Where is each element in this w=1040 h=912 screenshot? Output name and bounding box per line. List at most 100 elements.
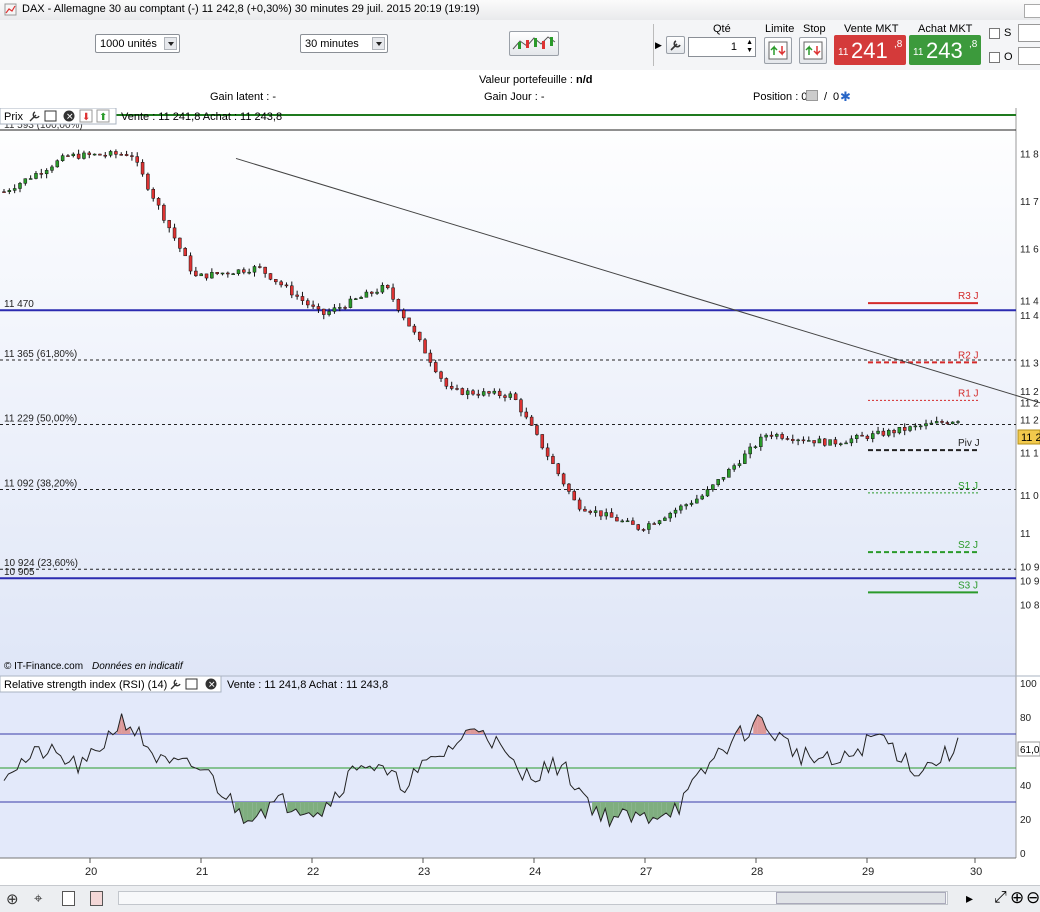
zoom-fit-icon[interactable]: ⤢ xyxy=(994,889,1007,907)
candle-body xyxy=(641,529,646,531)
x-axis-label: 29 xyxy=(862,866,874,878)
expand-arrow-icon[interactable]: ▶ xyxy=(655,40,662,51)
stepper-arrows-icon[interactable]: ▲ ▼ xyxy=(746,39,753,55)
window-control[interactable] xyxy=(1024,4,1040,18)
candle-body xyxy=(258,266,262,268)
rsi-oversold-fill xyxy=(300,802,305,816)
zoom-out-icon[interactable]: ⊖ xyxy=(1026,888,1040,908)
candle-body xyxy=(460,388,465,395)
scrollbar-thumb[interactable] xyxy=(776,892,946,904)
candle-body xyxy=(300,296,305,301)
candle-body xyxy=(215,272,219,274)
candle-body xyxy=(759,436,763,447)
price-chart[interactable]: 11 470 11 365 (61,80%) 11 229 (50,00%) 11 0… xyxy=(0,108,1040,675)
candle-body xyxy=(684,504,688,507)
qty-label: Qté xyxy=(713,23,731,35)
candle-body xyxy=(385,284,390,289)
stop-field[interactable] xyxy=(1018,24,1040,42)
candlestick-icon xyxy=(512,36,556,50)
candle-body xyxy=(343,307,347,309)
checkbox-s[interactable] xyxy=(989,28,1000,39)
rsi-oversold-fill xyxy=(243,802,248,824)
candle-body xyxy=(913,425,918,428)
scroll-right-icon[interactable]: ▸ xyxy=(966,890,973,907)
limit-field[interactable] xyxy=(1018,47,1040,65)
pivot-label: Piv J xyxy=(958,438,980,449)
price-axis-label: 11 2 xyxy=(1020,387,1039,398)
candle-body xyxy=(657,520,662,524)
portfolio-info: Valeur portefeuille : n/d Gain latent : … xyxy=(0,70,1040,108)
rsi-axis-area xyxy=(1016,675,1040,858)
candle-body xyxy=(609,512,614,518)
rsi-oversold-fill xyxy=(613,802,619,818)
candle-body xyxy=(417,331,422,341)
candle-body xyxy=(881,430,886,436)
x-axis-label: 28 xyxy=(751,866,763,878)
rsi-chart[interactable]: 100806040200 Relative strength index (RS… xyxy=(0,675,1040,885)
buy-market-button[interactable]: 11 243 ,8 xyxy=(909,35,981,65)
rsi-oversold-fill xyxy=(247,802,253,822)
trading-signals-button[interactable] xyxy=(509,31,559,56)
period-select[interactable]: 30 minutes xyxy=(300,34,388,53)
candle-body xyxy=(274,279,278,283)
level-label: 11 092 (38,20%) xyxy=(4,479,77,490)
settings-button[interactable] xyxy=(666,36,685,54)
buy-label: Achat MKT xyxy=(918,23,973,35)
candle-body xyxy=(700,495,704,500)
checkbox-o[interactable] xyxy=(989,52,1000,63)
level-label: 11 229 (50,00%) xyxy=(4,414,77,425)
candle-body xyxy=(753,446,758,448)
candle-body xyxy=(82,152,86,159)
rsi-current-tag-text: 61,0 xyxy=(1020,745,1040,756)
zoom-in-icon[interactable]: ⊕ xyxy=(1010,888,1024,908)
qty-stepper[interactable]: 1 ▲ ▼ xyxy=(688,37,756,57)
candle-body xyxy=(870,433,875,439)
limit-order-button[interactable] xyxy=(764,37,792,64)
portfolio-label: Valeur portefeuille : xyxy=(479,74,573,86)
candle-body xyxy=(599,510,603,517)
crosshair-icon[interactable]: ⌖ xyxy=(34,890,42,907)
candle-body xyxy=(60,155,65,161)
document-icon[interactable] xyxy=(62,891,75,906)
candle-body xyxy=(535,425,539,435)
candle-body xyxy=(268,273,273,280)
candle-body xyxy=(391,287,395,300)
sell-market-button[interactable]: 11 241 ,8 xyxy=(834,35,906,65)
candle-body xyxy=(583,508,587,512)
candle-body xyxy=(348,298,353,308)
candle-body xyxy=(236,269,241,274)
stop-order-button[interactable] xyxy=(799,37,827,64)
gear-icon[interactable]: ✱ xyxy=(840,89,851,105)
candle-body xyxy=(199,273,203,277)
candle-body xyxy=(647,523,651,530)
report-icon[interactable] xyxy=(90,891,103,906)
candle-body xyxy=(295,294,299,297)
window-icon[interactable] xyxy=(185,678,198,690)
candle-body xyxy=(524,411,529,418)
candle-body xyxy=(449,385,454,389)
price-axis-label: 11 4 xyxy=(1020,311,1039,322)
candle-body xyxy=(439,371,443,379)
candle-body xyxy=(172,227,177,239)
price-axis-label: 11 2 xyxy=(1020,399,1039,410)
chevron-down-icon xyxy=(372,37,385,50)
window-icon[interactable] xyxy=(44,110,57,122)
candle-body xyxy=(354,298,358,300)
x-axis-label: 22 xyxy=(307,866,319,878)
candle-body xyxy=(18,183,22,189)
candle-body xyxy=(375,291,379,294)
candle-body xyxy=(12,188,17,191)
sell-price: 241 xyxy=(851,38,888,63)
candle-body xyxy=(823,438,827,446)
quantity-select[interactable]: 1000 unités xyxy=(95,34,180,53)
position-icon[interactable] xyxy=(806,90,818,101)
sell-label: Vente MKT xyxy=(844,23,899,35)
close-glyph: ✕ xyxy=(208,680,216,690)
level-label: 11 470 xyxy=(4,299,34,310)
app-icon xyxy=(4,3,17,16)
candle-body xyxy=(44,170,49,175)
zoom-icon[interactable]: ⊕ xyxy=(6,890,19,908)
candle-body xyxy=(513,393,518,400)
x-axis-label: 21 xyxy=(196,866,208,878)
candle-body xyxy=(801,439,806,442)
